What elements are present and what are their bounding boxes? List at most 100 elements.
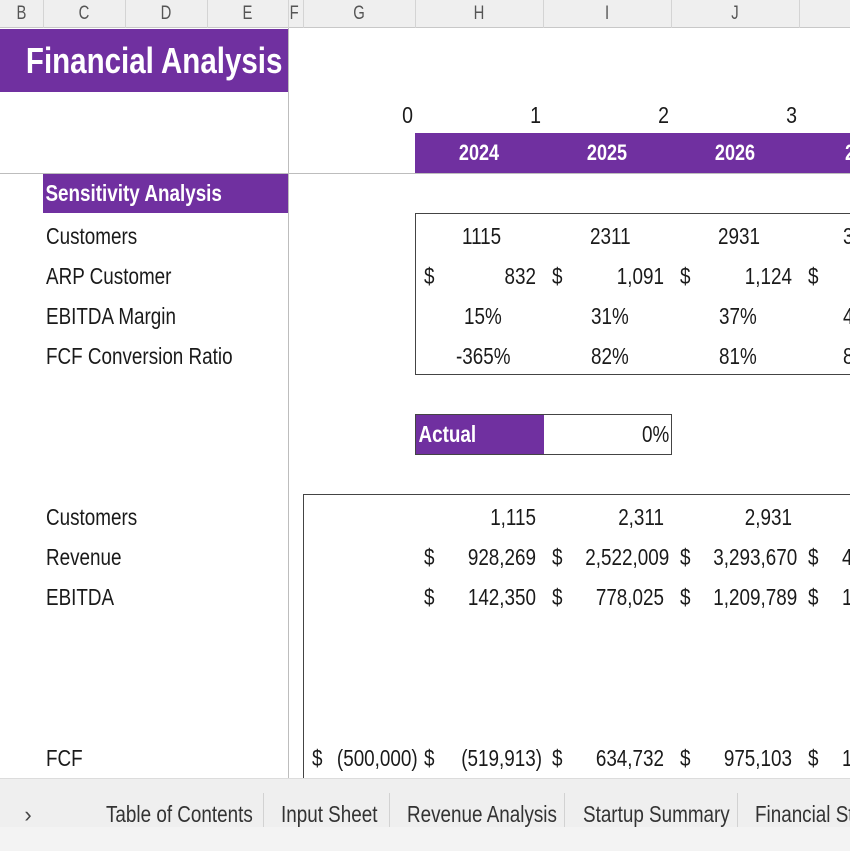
column-label: B [16,3,27,24]
cell-value[interactable]: 2931 [718,216,784,256]
period-index: 3 [786,102,797,128]
row-label-customers: Customers [46,504,138,530]
column-header-d[interactable]: D [125,0,208,28]
cell-value[interactable]: 15% [464,296,530,336]
cell-value[interactable]: -365% [456,336,522,376]
cell-value[interactable]: 1,209,789 [713,577,797,617]
freeze-pane-divider [288,28,289,780]
row-label-fcf: FCF [46,745,83,771]
currency-symbol: $ [424,263,435,289]
row-label-ebitda: EBITDA [46,584,115,610]
tab-bar-bottom-strip [0,827,850,851]
column-label: E [242,3,253,24]
column-header-e[interactable]: E [207,0,289,28]
cell-value[interactable]: 2,522,009 [585,537,669,577]
cell-value[interactable]: 3 [843,216,850,256]
cell-value[interactable]: 2311 [590,216,656,256]
column-header-k[interactable] [799,0,850,28]
year-label: 2024 [458,140,500,165]
cell-value[interactable]: 3,293,670 [713,537,797,577]
column-header-f[interactable]: F [288,0,304,28]
currency-symbol: $ [552,263,563,289]
currency-symbol: $ [808,263,819,289]
currency-symbol: $ [312,745,323,771]
actual-label-cell: Actual [416,415,544,454]
cell-value[interactable]: 1115 [462,216,528,256]
cell-value[interactable]: 1 [842,577,850,617]
cell-value[interactable]: 142,350 [457,577,536,617]
column-header-bar: B C D E F G H I J [0,0,850,28]
column-header-h[interactable]: H [415,0,544,28]
row-label-revenue: Revenue [46,544,122,570]
cell-value[interactable]: 8 [843,336,850,376]
currency-symbol: $ [808,745,819,771]
page-title: Financial Analysis [25,40,283,81]
tab-divider [389,793,390,829]
column-label: H [473,3,485,24]
row-label-arp-customer: ARP Customer [46,263,172,289]
cell-value[interactable]: 31% [591,296,657,336]
sensitivity-analysis-header[interactable]: Sensitivity Analysis [43,174,288,213]
row-label-fcf-conversion-ratio: FCF Conversion Ratio [46,343,233,369]
period-index: 2 [658,102,669,128]
currency-symbol: $ [808,584,819,610]
sheet-tab-bar: › Table of Contents Input Sheet Revenue … [0,778,850,851]
tab-divider [564,793,565,829]
cell-value[interactable]: (500,000) [337,738,418,778]
year-header-bar: 2024 2025 2026 2 [415,133,850,173]
column-label: C [78,3,90,24]
year-label: 2025 [586,140,628,165]
cell-value[interactable]: 82% [591,336,657,376]
column-header-g[interactable]: G [303,0,416,28]
row-label-customers: Customers [46,223,138,249]
cell-value[interactable]: 1,115 [457,497,536,537]
cell-value[interactable]: 975,103 [713,738,792,778]
column-header-j[interactable]: J [671,0,800,28]
currency-symbol: $ [808,544,819,570]
currency-symbol: $ [552,544,563,570]
cell-value[interactable]: 37% [719,296,785,336]
page-title-cell[interactable]: Financial Analysis [0,29,288,92]
year-label: 2 [811,133,850,173]
column-label: I [604,3,610,24]
currency-symbol: $ [680,584,691,610]
column-header-c[interactable]: C [43,0,126,28]
cell-value[interactable]: 832 [465,256,536,296]
cell-value[interactable]: 2,931 [713,497,792,537]
currency-symbol: $ [680,544,691,570]
cell-value[interactable]: 1 [842,738,850,778]
currency-symbol: $ [552,584,563,610]
cell-value[interactable]: 634,732 [585,738,664,778]
cell-value[interactable]: (519,913) [458,738,542,778]
row-label-ebitda-margin: EBITDA Margin [46,303,176,329]
currency-symbol: $ [424,584,435,610]
cell-value[interactable]: 4 [842,537,850,577]
period-index: 0 [402,102,413,128]
period-index: 1 [530,102,541,128]
cell-value[interactable]: 1,124 [721,256,792,296]
tab-divider [263,793,264,829]
cell-value[interactable]: 4 [843,296,850,336]
column-label: G [353,3,365,24]
cell-value[interactable]: 2,311 [585,497,664,537]
cell-value[interactable]: 778,025 [585,577,664,617]
currency-symbol: $ [424,745,435,771]
actual-value: 0% [641,421,669,447]
currency-symbol: $ [424,544,435,570]
year-label: 2026 [714,140,756,165]
currency-symbol: $ [680,745,691,771]
column-header-i[interactable]: I [543,0,672,28]
tab-divider [737,793,738,829]
currency-symbol: $ [680,263,691,289]
cell-value[interactable]: 1,091 [593,256,664,296]
cell-value[interactable]: 81% [719,336,785,376]
actual-value-cell: 0% [544,415,671,454]
column-label: D [160,3,172,24]
column-label: F [289,3,299,24]
cell-value[interactable]: 928,269 [457,537,536,577]
section-title: Sensitivity Analysis [45,180,222,206]
column-header-b[interactable]: B [0,0,44,28]
currency-symbol: $ [552,745,563,771]
actual-indicator[interactable]: Actual 0% [415,414,672,455]
actual-label: Actual [418,421,477,447]
